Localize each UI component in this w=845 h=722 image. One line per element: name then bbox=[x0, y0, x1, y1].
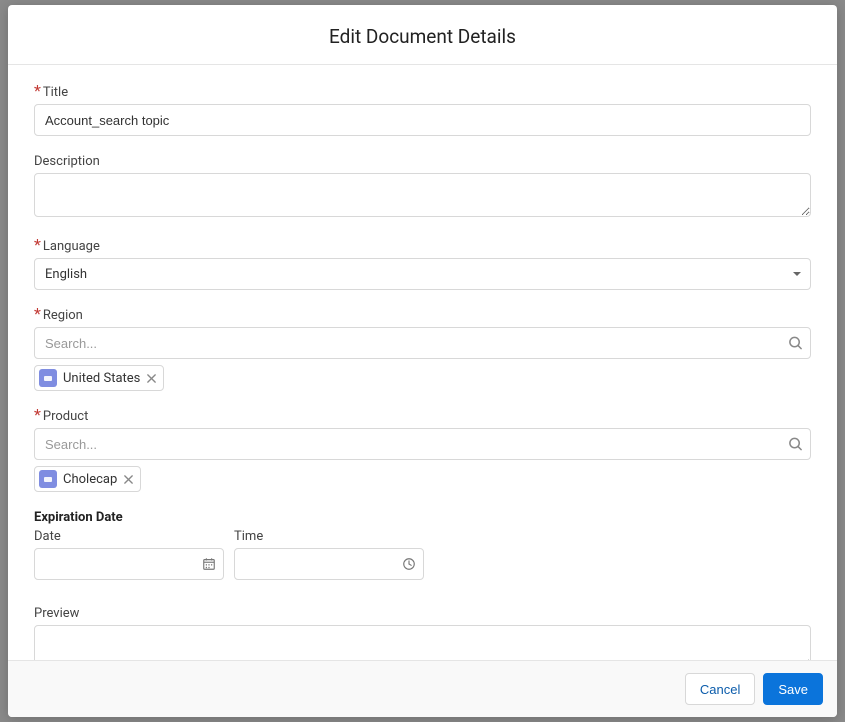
required-asterisk: * bbox=[34, 405, 41, 424]
modal-header: Edit Document Details bbox=[8, 5, 837, 65]
remove-product-tag-button[interactable] bbox=[123, 474, 134, 485]
modal-title: Edit Document Details bbox=[32, 25, 813, 48]
region-tag-label: United States bbox=[63, 371, 140, 386]
region-tag: United States bbox=[34, 365, 164, 391]
search-icon bbox=[788, 336, 803, 351]
language-label: Language bbox=[43, 239, 100, 254]
date-input[interactable] bbox=[34, 548, 224, 580]
modal-footer: Cancel Save bbox=[8, 660, 837, 717]
edit-document-modal: Edit Document Details *Title Description… bbox=[8, 5, 837, 717]
required-asterisk: * bbox=[34, 235, 41, 254]
region-search-input[interactable] bbox=[34, 327, 811, 359]
product-tag-label: Cholecap bbox=[63, 472, 117, 487]
title-group: *Title bbox=[34, 81, 811, 136]
time-sublabel: Time bbox=[234, 529, 424, 544]
required-asterisk: * bbox=[34, 304, 41, 323]
date-sublabel: Date bbox=[34, 529, 224, 544]
modal-body: *Title Description *Language English bbox=[8, 65, 837, 660]
time-input[interactable] bbox=[234, 548, 424, 580]
title-label: Title bbox=[43, 85, 68, 100]
save-button[interactable]: Save bbox=[763, 673, 823, 705]
product-search-input[interactable] bbox=[34, 428, 811, 460]
product-label: Product bbox=[43, 409, 88, 424]
description-textarea[interactable] bbox=[34, 173, 811, 217]
description-label: Description bbox=[34, 154, 100, 169]
expiration-label: Expiration Date bbox=[34, 510, 123, 525]
record-icon bbox=[39, 369, 57, 387]
remove-region-tag-button[interactable] bbox=[146, 373, 157, 384]
product-group: *Product Cholecap bbox=[34, 405, 811, 492]
title-input[interactable] bbox=[34, 104, 811, 136]
region-label: Region bbox=[43, 308, 83, 323]
preview-group: Preview bbox=[34, 602, 811, 660]
expiration-group: Expiration Date Date Time bbox=[34, 506, 811, 580]
search-icon bbox=[788, 437, 803, 452]
region-group: *Region United States bbox=[34, 304, 811, 391]
required-asterisk: * bbox=[34, 81, 41, 100]
preview-textarea[interactable] bbox=[34, 625, 811, 660]
clock-icon[interactable] bbox=[402, 557, 416, 571]
preview-label: Preview bbox=[34, 606, 79, 621]
description-group: Description bbox=[34, 150, 811, 221]
cancel-button[interactable]: Cancel bbox=[685, 673, 755, 705]
record-icon bbox=[39, 470, 57, 488]
calendar-icon[interactable] bbox=[202, 557, 216, 571]
language-select[interactable]: English bbox=[34, 258, 811, 290]
product-tag: Cholecap bbox=[34, 466, 141, 492]
language-group: *Language English bbox=[34, 235, 811, 290]
